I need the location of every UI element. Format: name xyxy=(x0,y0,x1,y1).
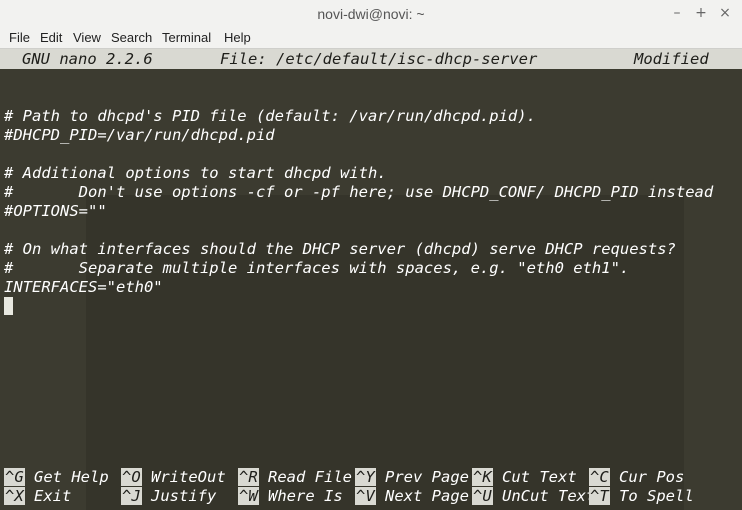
content-line[interactable]: # On what interfaces should the DHCP ser… xyxy=(4,240,676,259)
menu-terminal[interactable]: Terminal xyxy=(162,30,211,45)
shortcut-label: Cut Text xyxy=(502,468,577,486)
shortcut-label: Get Help xyxy=(34,468,109,486)
shortcut-label: Where Is xyxy=(268,487,343,505)
shortcut-label: Read File xyxy=(268,468,353,486)
menu-edit[interactable]: Edit xyxy=(40,30,62,45)
shortcut-label: Cur Pos xyxy=(619,468,685,486)
shortcut-label: WriteOut xyxy=(151,468,226,486)
shortcut-key: ^K xyxy=(472,468,493,486)
shortcut-next-page[interactable]: ^V Next Page xyxy=(355,487,469,506)
content-line[interactable]: # Additional options to start dhcpd with… xyxy=(4,164,387,183)
shortcut-key: ^Y xyxy=(355,468,376,486)
nano-version: GNU nano 2.2.6 xyxy=(22,50,153,68)
shortcut-cut-text[interactable]: ^K Cut Text xyxy=(472,468,577,487)
menu-search[interactable]: Search xyxy=(111,30,152,45)
shortcut-justify[interactable]: ^J Justify xyxy=(121,487,216,506)
shortcut-key: ^G xyxy=(4,468,25,486)
shortcut-prev-page[interactable]: ^Y Prev Page xyxy=(355,468,469,487)
close-icon[interactable]: × xyxy=(716,4,734,22)
shortcut-label: To Spell xyxy=(619,487,694,505)
window-title: novi-dwi@novi: ~ xyxy=(317,6,425,22)
shortcut-label: UnCut Text xyxy=(502,487,596,505)
content-line[interactable]: #DHCPD_PID=/var/run/dhcpd.pid xyxy=(4,126,275,145)
content-line[interactable]: INTERFACES="eth0" xyxy=(4,278,163,297)
shortcut-key: ^V xyxy=(355,487,376,505)
nano-status: Modified xyxy=(634,50,709,68)
shortcut-key: ^R xyxy=(238,468,259,486)
nano-header: GNU nano 2.2.6 File: /etc/default/isc-dh… xyxy=(0,49,742,69)
maximize-icon[interactable]: + xyxy=(692,4,710,22)
shortcut-read-file[interactable]: ^R Read File xyxy=(238,468,352,487)
shortcut-label: Next Page xyxy=(385,487,470,505)
shortcut-writeout[interactable]: ^O WriteOut xyxy=(121,468,226,487)
shortcut-key: ^W xyxy=(238,487,259,505)
shortcut-key: ^J xyxy=(121,487,142,505)
shortcut-exit[interactable]: ^X Exit xyxy=(4,487,71,506)
minimize-icon[interactable]: – xyxy=(668,4,686,22)
content-line[interactable]: #OPTIONS="" xyxy=(4,202,107,221)
shortcut-to-spell[interactable]: ^T To Spell xyxy=(589,487,694,506)
menu-help[interactable]: Help xyxy=(224,30,251,45)
menu-bar: File Edit View Search Terminal Help xyxy=(0,28,742,49)
shortcut-key: ^T xyxy=(589,487,610,505)
text-cursor xyxy=(4,297,13,315)
nano-filename: File: /etc/default/isc-dhcp-server xyxy=(220,50,538,68)
content-line[interactable]: # Path to dhcpd's PID file (default: /va… xyxy=(4,107,536,126)
shortcut-label: Prev Page xyxy=(385,468,470,486)
shortcut-key: ^C xyxy=(589,468,610,486)
content-line[interactable]: # Separate multiple interfaces with spac… xyxy=(4,259,629,278)
shortcut-label: Justify xyxy=(151,487,217,505)
menu-file[interactable]: File xyxy=(9,30,30,45)
shortcut-uncut-text[interactable]: ^U UnCut Text xyxy=(472,487,595,506)
menu-view[interactable]: View xyxy=(73,30,101,45)
terminal-area[interactable]: GNU nano 2.2.6 File: /etc/default/isc-dh… xyxy=(0,49,742,510)
shortcut-get-help[interactable]: ^G Get Help xyxy=(4,468,109,487)
shortcut-cur-pos[interactable]: ^C Cur Pos xyxy=(589,468,684,487)
shortcut-key: ^U xyxy=(472,487,493,505)
shortcut-label: Exit xyxy=(34,487,72,505)
title-bar: novi-dwi@novi: ~ – + × xyxy=(0,0,742,29)
shortcut-key: ^X xyxy=(4,487,25,505)
shortcut-where-is[interactable]: ^W Where Is xyxy=(238,487,343,506)
shortcut-key: ^O xyxy=(121,468,142,486)
content-line[interactable]: # Don't use options -cf or -pf here; use… xyxy=(4,183,713,202)
terminal-window: novi-dwi@novi: ~ – + × File Edit View Se… xyxy=(0,0,742,510)
